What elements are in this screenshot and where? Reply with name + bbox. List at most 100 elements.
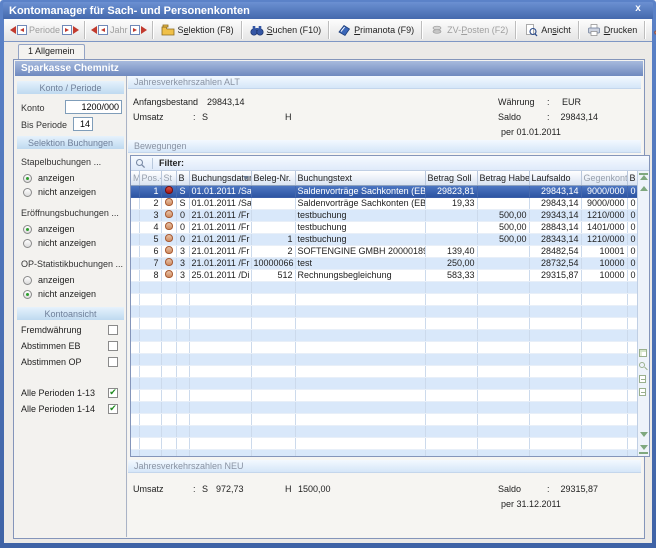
- cell-gegenkonto[interactable]: 1210/000: [581, 233, 627, 245]
- table-cell[interactable]: [131, 353, 139, 365]
- cell-gegenkonto[interactable]: 10000: [581, 257, 627, 269]
- table-cell[interactable]: [139, 437, 161, 449]
- table-cell[interactable]: [139, 401, 161, 413]
- table-cell[interactable]: [529, 389, 581, 401]
- column-header[interactable]: B: [627, 171, 637, 185]
- table-cell[interactable]: [627, 353, 637, 365]
- table-cell[interactable]: [529, 437, 581, 449]
- table-cell[interactable]: [139, 425, 161, 437]
- table-cell[interactable]: [581, 329, 627, 341]
- table-cell[interactable]: [529, 365, 581, 377]
- table-cell[interactable]: [139, 377, 161, 389]
- cell-status[interactable]: [161, 185, 176, 197]
- table-cell[interactable]: [189, 377, 251, 389]
- table-row[interactable]: 4021.01.2011 /Frtestbuchung500,0028843,1…: [131, 221, 637, 233]
- table-row[interactable]: 5021.01.2011 /Fr1testbuchung500,0028343,…: [131, 233, 637, 245]
- table-cell[interactable]: [529, 329, 581, 341]
- cell-beleg-nr[interactable]: [251, 221, 295, 233]
- table-row[interactable]: 3021.01.2011 /Frtestbuchung500,0029343,1…: [131, 209, 637, 221]
- table-cell[interactable]: [161, 413, 176, 425]
- table-cell[interactable]: [176, 413, 189, 425]
- table-cell[interactable]: [425, 389, 477, 401]
- table-cell[interactable]: [477, 341, 529, 353]
- cell-betrag-soll[interactable]: 583,33: [425, 269, 477, 281]
- cell-status[interactable]: [161, 257, 176, 269]
- table-cell[interactable]: [529, 317, 581, 329]
- table-row[interactable]: 8325.01.2011 /Di512Rechnungsbegleichung5…: [131, 269, 637, 281]
- table-cell[interactable]: [581, 449, 627, 456]
- table-cell[interactable]: [581, 317, 627, 329]
- table-cell[interactable]: [176, 365, 189, 377]
- table-cell[interactable]: [425, 425, 477, 437]
- checkbox[interactable]: ✔: [108, 388, 118, 398]
- table-cell[interactable]: [189, 329, 251, 341]
- radio-option[interactable]: nicht anzeigen: [23, 187, 126, 197]
- cell-laufsaldo[interactable]: 29843,14: [529, 197, 581, 209]
- table-cell[interactable]: [295, 317, 425, 329]
- cell-pos[interactable]: 5: [139, 233, 161, 245]
- table-cell[interactable]: [295, 437, 425, 449]
- table-cell[interactable]: [581, 425, 627, 437]
- cell-betrag-soll[interactable]: 139,40: [425, 245, 477, 257]
- table-cell[interactable]: [477, 365, 529, 377]
- table-cell[interactable]: [189, 281, 251, 293]
- cell-m[interactable]: [131, 185, 139, 197]
- table-cell[interactable]: [139, 365, 161, 377]
- table-cell[interactable]: [251, 305, 295, 317]
- cell-m[interactable]: [131, 221, 139, 233]
- table-cell[interactable]: [295, 425, 425, 437]
- column-header[interactable]: B: [176, 171, 189, 185]
- table-cell[interactable]: [176, 329, 189, 341]
- column-header[interactable]: M: [131, 171, 139, 185]
- column-header[interactable]: Gegenkonto: [581, 171, 627, 185]
- table-cell[interactable]: [627, 317, 637, 329]
- table-cell[interactable]: [425, 317, 477, 329]
- cell-betrag-soll[interactable]: [425, 233, 477, 245]
- table-cell[interactable]: [295, 401, 425, 413]
- cell-gegenkonto[interactable]: 1401/000: [581, 221, 627, 233]
- radio-option[interactable]: anzeigen: [23, 275, 126, 285]
- radio-option[interactable]: anzeigen: [23, 224, 126, 234]
- cell-betrag-haben[interactable]: 500,00: [477, 209, 529, 221]
- cell-betrag-soll[interactable]: [425, 221, 477, 233]
- table-cell[interactable]: [295, 413, 425, 425]
- cell-status[interactable]: [161, 209, 176, 221]
- table-cell[interactable]: [251, 401, 295, 413]
- table-cell[interactable]: [529, 449, 581, 456]
- table-cell[interactable]: [425, 401, 477, 413]
- cell-beleg-nr[interactable]: [251, 197, 295, 209]
- table-row-empty[interactable]: [131, 377, 637, 389]
- periode-prev-button[interactable]: [10, 25, 27, 35]
- table-row[interactable]: 1S01.01.2011 /SaSaldenvorträge Sachkonte…: [131, 185, 637, 197]
- table-cell[interactable]: [139, 341, 161, 353]
- cell-gegenkonto[interactable]: 9000/000: [581, 197, 627, 209]
- jahr-next-button[interactable]: [130, 25, 147, 35]
- table-cell[interactable]: [161, 437, 176, 449]
- cell-laufsaldo[interactable]: 29843,14: [529, 185, 581, 197]
- cell-b2[interactable]: 0: [627, 233, 637, 245]
- table-cell[interactable]: [477, 281, 529, 293]
- zv-posten-button[interactable]: ZV-Posten (F2): [425, 21, 513, 40]
- table-cell[interactable]: [529, 377, 581, 389]
- table-cell[interactable]: [161, 377, 176, 389]
- cell-b2[interactable]: 0: [627, 197, 637, 209]
- table-cell[interactable]: [425, 329, 477, 341]
- table-cell[interactable]: [189, 353, 251, 365]
- column-header[interactable]: Beleg-Nr.: [251, 171, 295, 185]
- table-cell[interactable]: [251, 389, 295, 401]
- radio-option[interactable]: nicht anzeigen: [23, 289, 126, 299]
- table-cell[interactable]: [251, 377, 295, 389]
- bis-periode-input[interactable]: [73, 117, 93, 131]
- cell-laufsaldo[interactable]: 28732,54: [529, 257, 581, 269]
- table-cell[interactable]: [139, 329, 161, 341]
- table-cell[interactable]: [189, 341, 251, 353]
- table-cell[interactable]: [477, 449, 529, 456]
- table-view-icon[interactable]: [639, 349, 648, 358]
- filter-row[interactable]: Filter:: [131, 156, 649, 171]
- table-cell[interactable]: [131, 401, 139, 413]
- table-cell[interactable]: [176, 317, 189, 329]
- table-cell[interactable]: [131, 425, 139, 437]
- table-cell[interactable]: [139, 389, 161, 401]
- cell-b[interactable]: 0: [176, 233, 189, 245]
- cell-buchungsdatum[interactable]: 21.01.2011 /Fr: [189, 245, 251, 257]
